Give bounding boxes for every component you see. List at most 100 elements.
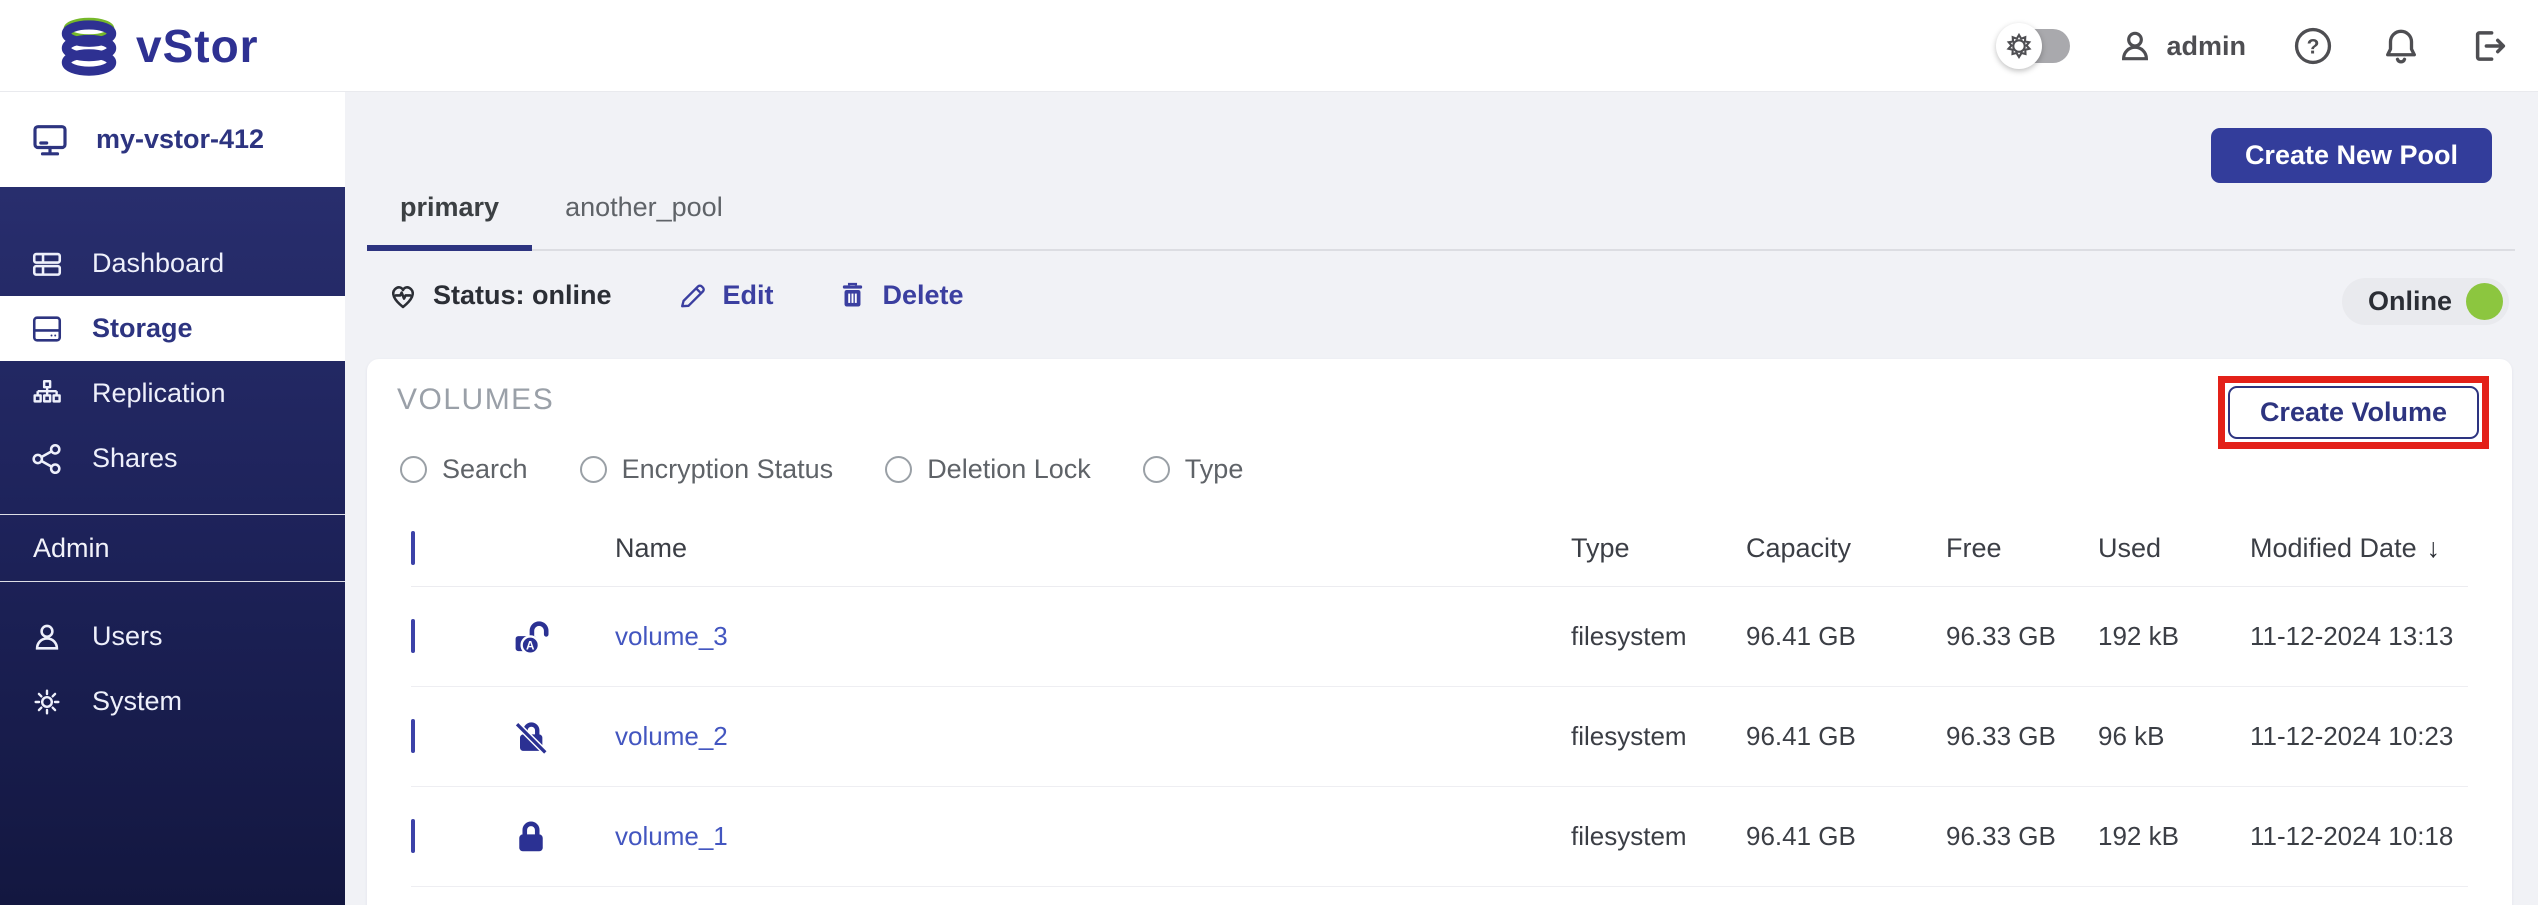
sidebar-item-system[interactable]: System <box>0 669 345 734</box>
volume-link[interactable]: volume_1 <box>615 821 728 851</box>
select-all-checkbox[interactable] <box>411 531 415 565</box>
filter-type[interactable]: Type <box>1143 454 1244 485</box>
sidebar-item-replication[interactable]: Replication <box>0 361 345 426</box>
volumes-table: Name Type Capacity Free Used Modified Da… <box>411 511 2468 887</box>
pool-tabs: primary another_pool <box>367 170 2515 251</box>
cell-modified: 11-12-2024 10:23 <box>2250 721 2468 752</box>
trash-icon <box>836 279 869 312</box>
user-icon <box>2116 27 2154 65</box>
row-checkbox[interactable] <box>411 719 415 753</box>
table-row: volume_1 filesystem 96.41 GB 96.33 GB 19… <box>411 787 2468 887</box>
notifications-bell-icon[interactable] <box>2380 25 2422 67</box>
svg-text:A: A <box>526 639 535 652</box>
logo-text: vStor <box>136 19 259 73</box>
row-checkbox[interactable] <box>411 819 415 853</box>
filter-label: Deletion Lock <box>927 454 1091 485</box>
health-heart-icon <box>385 277 421 313</box>
cell-used: 192 kB <box>2098 821 2250 852</box>
tab-primary[interactable]: primary <box>367 170 532 249</box>
username-label: admin <box>2166 31 2246 62</box>
sidebar-item-label: System <box>92 686 182 717</box>
create-volume-button[interactable]: Create Volume <box>2228 386 2479 439</box>
replication-icon <box>30 377 64 411</box>
annotation-highlight: Create Volume <box>2218 376 2489 449</box>
filter-search[interactable]: Search <box>400 454 528 485</box>
dashboard-icon <box>30 247 64 281</box>
host-selector: my-vstor-412 <box>0 92 345 187</box>
column-header-used: Used <box>2098 533 2250 564</box>
admin-section-label: Admin <box>0 515 345 581</box>
cell-free: 96.33 GB <box>1946 721 2098 752</box>
delete-label: Delete <box>883 280 964 311</box>
cell-capacity: 96.41 GB <box>1746 721 1946 752</box>
vstor-app: vStor admin <box>0 0 2538 905</box>
cell-free: 96.33 GB <box>1946 621 2098 652</box>
cell-type: filesystem <box>1571 621 1746 652</box>
column-header-name: Name <box>581 533 1571 564</box>
column-header-free: Free <box>1946 533 2098 564</box>
cell-capacity: 96.41 GB <box>1746 621 1946 652</box>
sidebar: my-vstor-412 Dashboard <box>0 92 345 905</box>
radio-icon[interactable] <box>580 456 607 483</box>
filter-label: Type <box>1185 454 1244 485</box>
cell-type: filesystem <box>1571 721 1746 752</box>
cell-used: 192 kB <box>2098 621 2250 652</box>
volume-filters: Search Encryption Status Deletion Lock T… <box>400 454 1243 485</box>
column-header-type: Type <box>1571 533 1746 564</box>
table-row: volume_2 filesystem 96.41 GB 96.33 GB 96… <box>411 687 2468 787</box>
database-logo-icon <box>56 13 122 79</box>
table-header-row: Name Type Capacity Free Used Modified Da… <box>411 511 2468 587</box>
user-menu[interactable]: admin <box>2116 27 2246 65</box>
light-mode-sun-icon <box>1996 23 2042 69</box>
volume-link[interactable]: volume_3 <box>615 621 728 651</box>
column-header-modified-date[interactable]: Modified Date ↓ <box>2250 533 2468 564</box>
volumes-title: VOLUMES <box>397 383 554 417</box>
delete-pool-button[interactable]: Delete <box>836 279 964 312</box>
monitor-icon <box>30 120 70 160</box>
row-checkbox[interactable] <box>411 619 415 653</box>
storage-icon <box>30 312 64 346</box>
radio-icon[interactable] <box>1143 456 1170 483</box>
gear-icon <box>30 685 64 719</box>
online-label: Online <box>2368 286 2452 317</box>
lock-open-auto-icon: A <box>481 615 581 659</box>
filter-label: Encryption Status <box>622 454 834 485</box>
modified-date-label: Modified Date <box>2250 533 2417 564</box>
radio-icon[interactable] <box>885 456 912 483</box>
lock-disabled-icon <box>481 715 581 759</box>
volumes-card: VOLUMES Create Volume Search Encryption … <box>367 359 2512 905</box>
edit-pool-button[interactable]: Edit <box>676 279 774 312</box>
cell-type: filesystem <box>1571 821 1746 852</box>
column-header-capacity: Capacity <box>1746 533 1946 564</box>
sidebar-item-label: Users <box>92 621 163 652</box>
main-content: Create New Pool primary another_pool Sta… <box>345 92 2538 905</box>
online-green-dot <box>2466 283 2503 320</box>
host-name: my-vstor-412 <box>96 124 264 155</box>
cell-free: 96.33 GB <box>1946 821 2098 852</box>
volume-link[interactable]: volume_2 <box>615 721 728 751</box>
status-text: Status: online <box>433 280 612 311</box>
sidebar-item-label: Storage <box>92 313 193 344</box>
edit-label: Edit <box>723 280 774 311</box>
radio-icon[interactable] <box>400 456 427 483</box>
sidebar-item-storage[interactable]: Storage <box>0 296 345 361</box>
lock-locked-icon <box>481 815 581 859</box>
cell-modified: 11-12-2024 13:13 <box>2250 621 2468 652</box>
theme-toggle[interactable] <box>2008 29 2070 63</box>
table-row: A volume_3 filesystem 96.41 GB 96.33 GB … <box>411 587 2468 687</box>
sidebar-item-users[interactable]: Users <box>0 604 345 669</box>
help-button[interactable]: ? <box>2292 25 2334 67</box>
cell-capacity: 96.41 GB <box>1746 821 1946 852</box>
users-icon <box>30 620 64 654</box>
filter-deletion-lock[interactable]: Deletion Lock <box>885 454 1091 485</box>
tab-another-pool[interactable]: another_pool <box>532 170 756 249</box>
filter-label: Search <box>442 454 528 485</box>
sidebar-item-label: Shares <box>92 443 178 474</box>
sidebar-item-shares[interactable]: Shares <box>0 426 345 491</box>
filter-encryption-status[interactable]: Encryption Status <box>580 454 834 485</box>
sidebar-item-label: Replication <box>92 378 226 409</box>
logout-icon[interactable] <box>2468 25 2510 67</box>
vstor-logo: vStor <box>56 13 259 79</box>
sort-desc-icon: ↓ <box>2427 533 2441 564</box>
sidebar-item-dashboard[interactable]: Dashboard <box>0 231 345 296</box>
